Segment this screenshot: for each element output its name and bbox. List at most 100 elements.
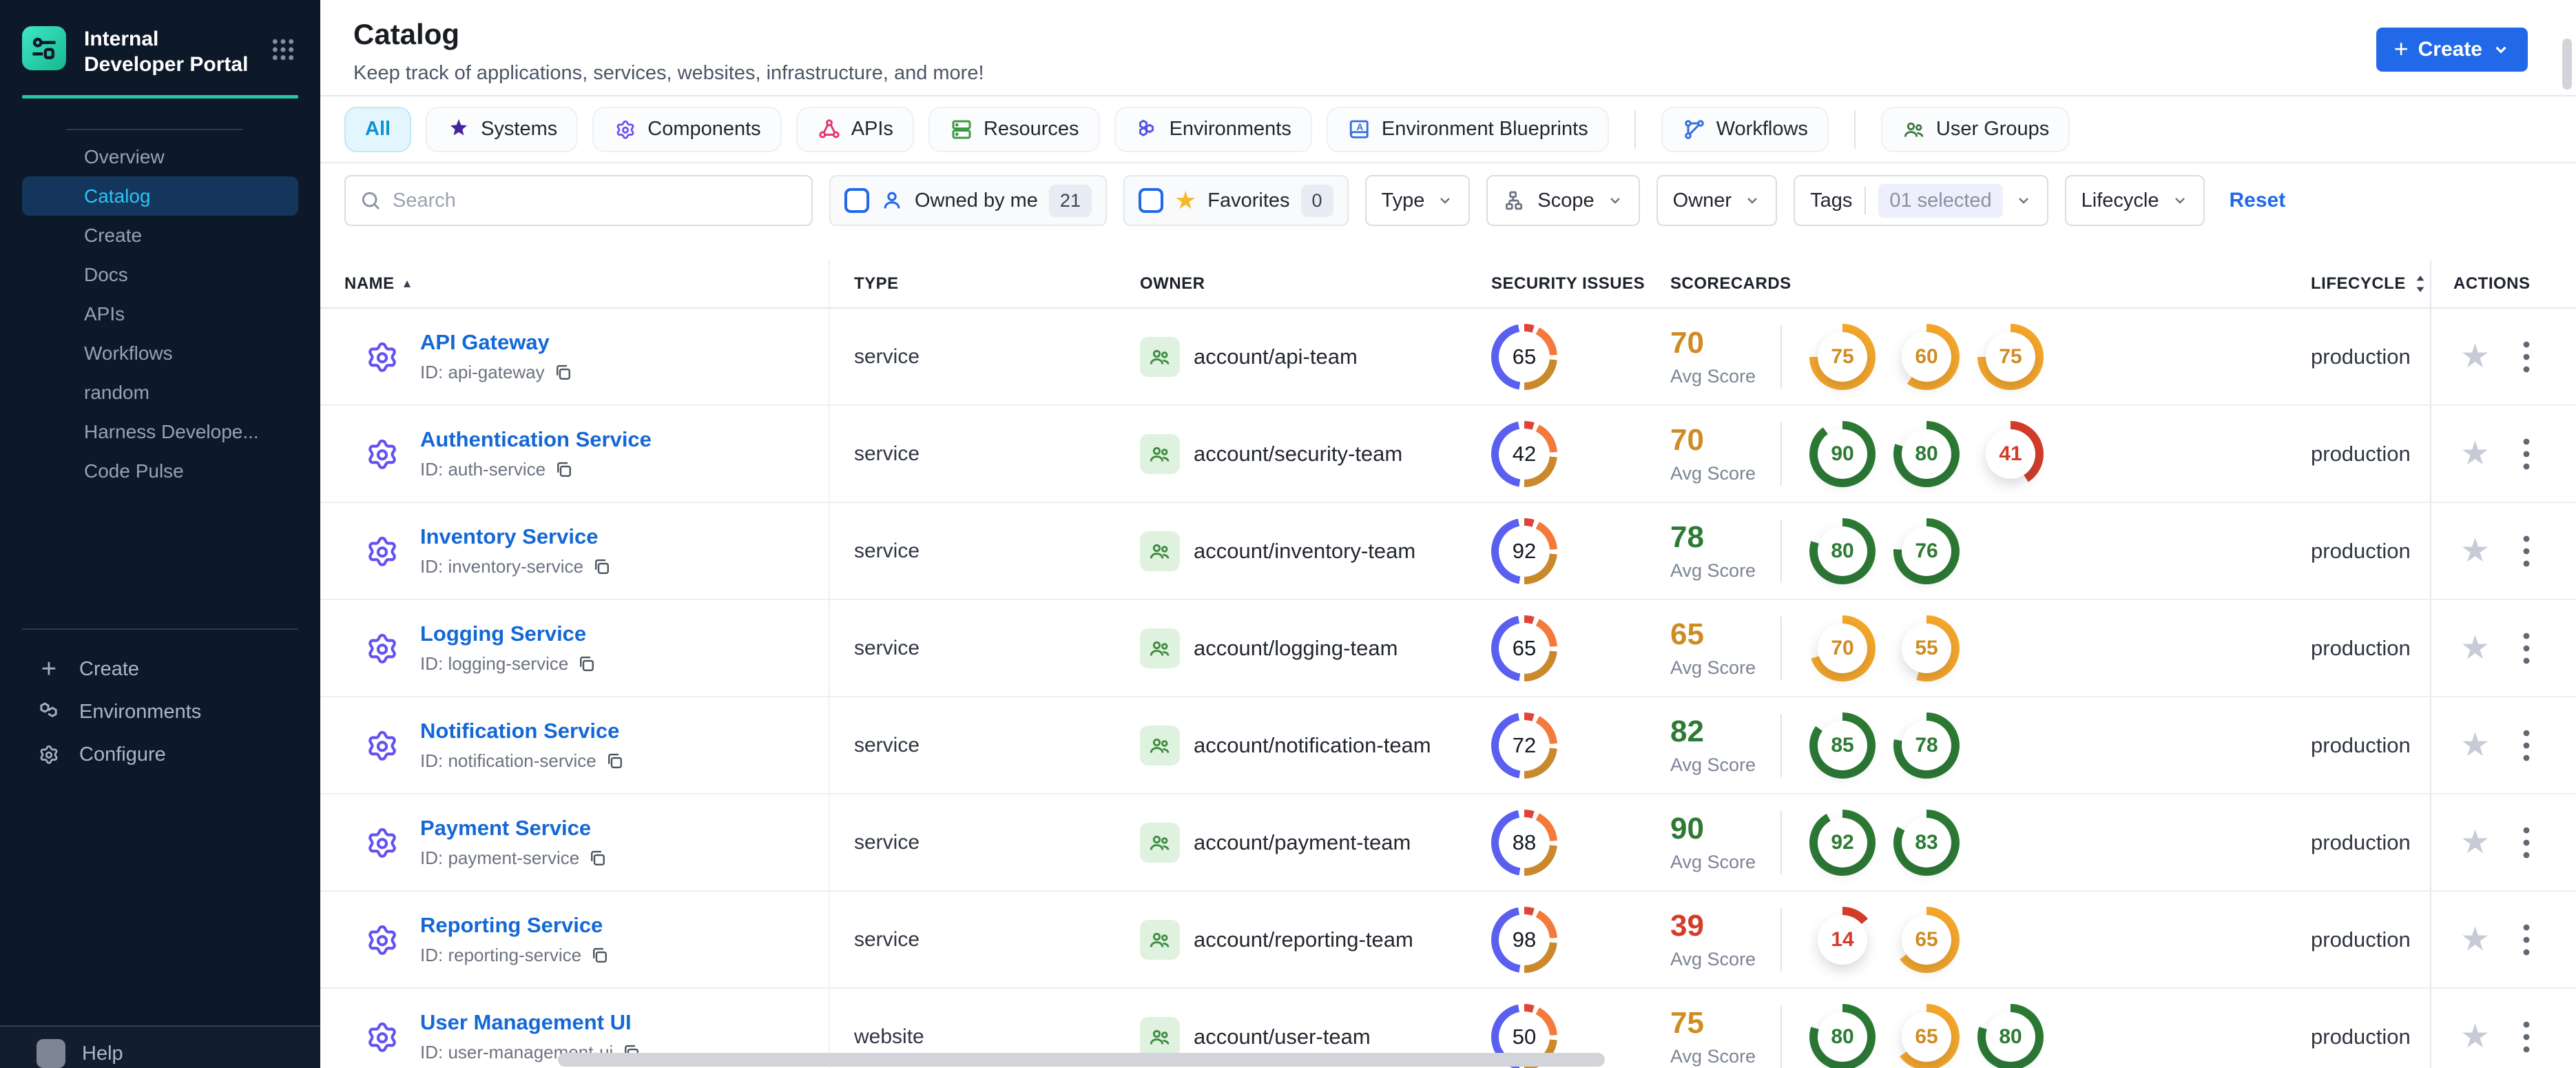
reset-filters-link[interactable]: Reset [2230,189,2286,212]
tab-resources[interactable]: Resources [928,106,1100,152]
scorecard-chip[interactable]: 75 [1809,323,1876,390]
kebab-menu-icon[interactable] [2522,630,2531,666]
owned-by-me-checkbox[interactable] [844,188,869,213]
security-issues-donut[interactable]: 42 [1491,420,1557,487]
scorecard-chip[interactable]: 80 [1809,1003,1876,1068]
scorecard-chip[interactable]: 85 [1809,712,1876,779]
entity-name-link[interactable]: Payment Service [420,816,608,841]
favorite-star-icon[interactable]: ★ [2460,340,2490,373]
sidebar-footer-item-create[interactable]: + Create [0,648,320,690]
favorite-star-icon[interactable]: ★ [2460,825,2490,859]
scorecard-chip[interactable]: 41 [1977,420,2044,487]
scorecard-chip[interactable]: 60 [1893,323,1960,390]
scorecard-chip[interactable]: 76 [1893,517,1960,584]
security-issues-donut[interactable]: 65 [1491,323,1557,390]
tab-systems[interactable]: Systems [426,106,579,152]
favorites-filter[interactable]: ★ Favorites 0 [1123,175,1349,226]
sidebar-item-workflows[interactable]: Workflows [22,333,298,373]
sidebar-item-create[interactable]: Create [22,216,298,255]
kebab-menu-icon[interactable] [2522,533,2531,569]
column-header-lifecycle[interactable]: LIFECYCLE [2311,274,2430,294]
copy-icon[interactable] [554,460,574,480]
sidebar-item-catalog[interactable]: Catalog [22,176,298,216]
owner-dropdown[interactable]: Owner [1656,175,1778,226]
type-dropdown[interactable]: Type [1364,175,1471,226]
scorecard-chip[interactable]: 90 [1809,420,1876,487]
sidebar-item-help[interactable]: Help [0,1027,320,1068]
create-button[interactable]: + Create [2376,28,2528,72]
sidebar-item-code-pulse[interactable]: Code Pulse [22,451,298,491]
sidebar-footer-item-configure[interactable]: Configure [0,733,320,776]
scorecard-chip[interactable]: 65 [1893,906,1960,973]
vertical-scrollbar[interactable] [2562,39,2572,90]
kebab-menu-icon[interactable] [2522,436,2531,472]
security-issues-donut[interactable]: 65 [1491,615,1557,681]
sidebar-bottom-bar: Help [0,1025,320,1068]
tab-workflows[interactable]: Workflows [1661,106,1829,152]
sidebar-item-random[interactable]: random [22,373,298,412]
scorecard-chip[interactable]: 80 [1893,420,1960,487]
owned-by-me-filter[interactable]: Owned by me 21 [829,175,1107,226]
tab-all[interactable]: All [344,106,412,152]
scorecard-chip[interactable]: 65 [1893,1003,1960,1068]
security-issues-donut[interactable]: 98 [1491,906,1557,973]
entity-name-link[interactable]: User Management UI [420,1010,642,1035]
scorecard-chip[interactable]: 78 [1893,712,1960,779]
sidebar-footer-item-environments[interactable]: Environments [0,690,320,733]
favorite-star-icon[interactable]: ★ [2460,631,2490,665]
tags-dropdown[interactable]: Tags 01 selected [1794,175,2048,226]
entity-name-link[interactable]: Notification Service [420,719,625,743]
favorite-star-icon[interactable]: ★ [2460,1020,2490,1054]
app-grid-icon[interactable] [269,36,297,63]
favorite-star-icon[interactable]: ★ [2460,923,2490,956]
tab-apis[interactable]: APIs [796,106,914,152]
scorecard-chip[interactable]: 80 [1809,517,1876,584]
kebab-menu-icon[interactable] [2522,922,2531,958]
copy-icon[interactable] [577,654,597,675]
sidebar-item-overview[interactable]: Overview [22,137,298,176]
column-header-name[interactable]: NAME ▲ [320,260,830,307]
entity-name-link[interactable]: Logging Service [420,622,597,646]
search-box[interactable] [344,175,813,226]
favorite-star-icon[interactable]: ★ [2460,534,2490,568]
sidebar-item-apis[interactable]: APIs [22,294,298,333]
copy-icon[interactable] [588,848,608,869]
scorecard-chip[interactable]: 92 [1809,809,1876,876]
security-issues-cell: 92 [1467,517,1646,584]
kebab-menu-icon[interactable] [2522,1019,2531,1055]
entity-name-link[interactable]: Authentication Service [420,427,652,452]
scorecard-chip[interactable]: 75 [1977,323,2044,390]
entity-name-link[interactable]: API Gateway [420,330,574,355]
copy-icon[interactable] [590,945,610,966]
scope-dropdown[interactable]: Scope [1486,175,1640,226]
tab-user-groups[interactable]: User Groups [1880,106,2070,152]
security-issues-donut[interactable]: 92 [1491,517,1557,584]
kebab-menu-icon[interactable] [2522,728,2531,763]
scorecard-chip[interactable]: 55 [1893,615,1960,681]
kebab-menu-icon[interactable] [2522,339,2531,375]
tab-components[interactable]: Components [592,106,782,152]
scorecard-chip[interactable]: 80 [1977,1003,2044,1068]
sidebar-item-docs[interactable]: Docs [22,255,298,294]
scorecard-chip[interactable]: 14 [1809,906,1876,973]
copy-icon[interactable] [592,557,612,577]
security-issues-donut[interactable]: 88 [1491,809,1557,876]
kebab-menu-icon[interactable] [2522,825,2531,861]
favorite-star-icon[interactable]: ★ [2460,437,2490,471]
favorites-checkbox[interactable] [1138,188,1163,213]
entity-name-link[interactable]: Reporting Service [420,913,610,938]
security-issues-donut[interactable]: 72 [1491,712,1557,779]
team-icon [1140,1016,1180,1057]
tab-environment-blueprints[interactable]: A Environment Blueprints [1326,106,1609,152]
scorecard-chip[interactable]: 83 [1893,809,1960,876]
scorecard-chip[interactable]: 70 [1809,615,1876,681]
horizontal-scrollbar[interactable] [558,1053,1605,1067]
tab-environments[interactable]: Environments [1114,106,1312,152]
entity-name-link[interactable]: Inventory Service [420,524,612,549]
copy-icon[interactable] [605,751,625,772]
sidebar-item-harness-develope-[interactable]: Harness Develope... [22,412,298,451]
copy-icon[interactable] [553,362,574,383]
favorite-star-icon[interactable]: ★ [2460,728,2490,762]
lifecycle-dropdown[interactable]: Lifecycle [2064,175,2205,226]
search-input[interactable] [393,189,798,212]
